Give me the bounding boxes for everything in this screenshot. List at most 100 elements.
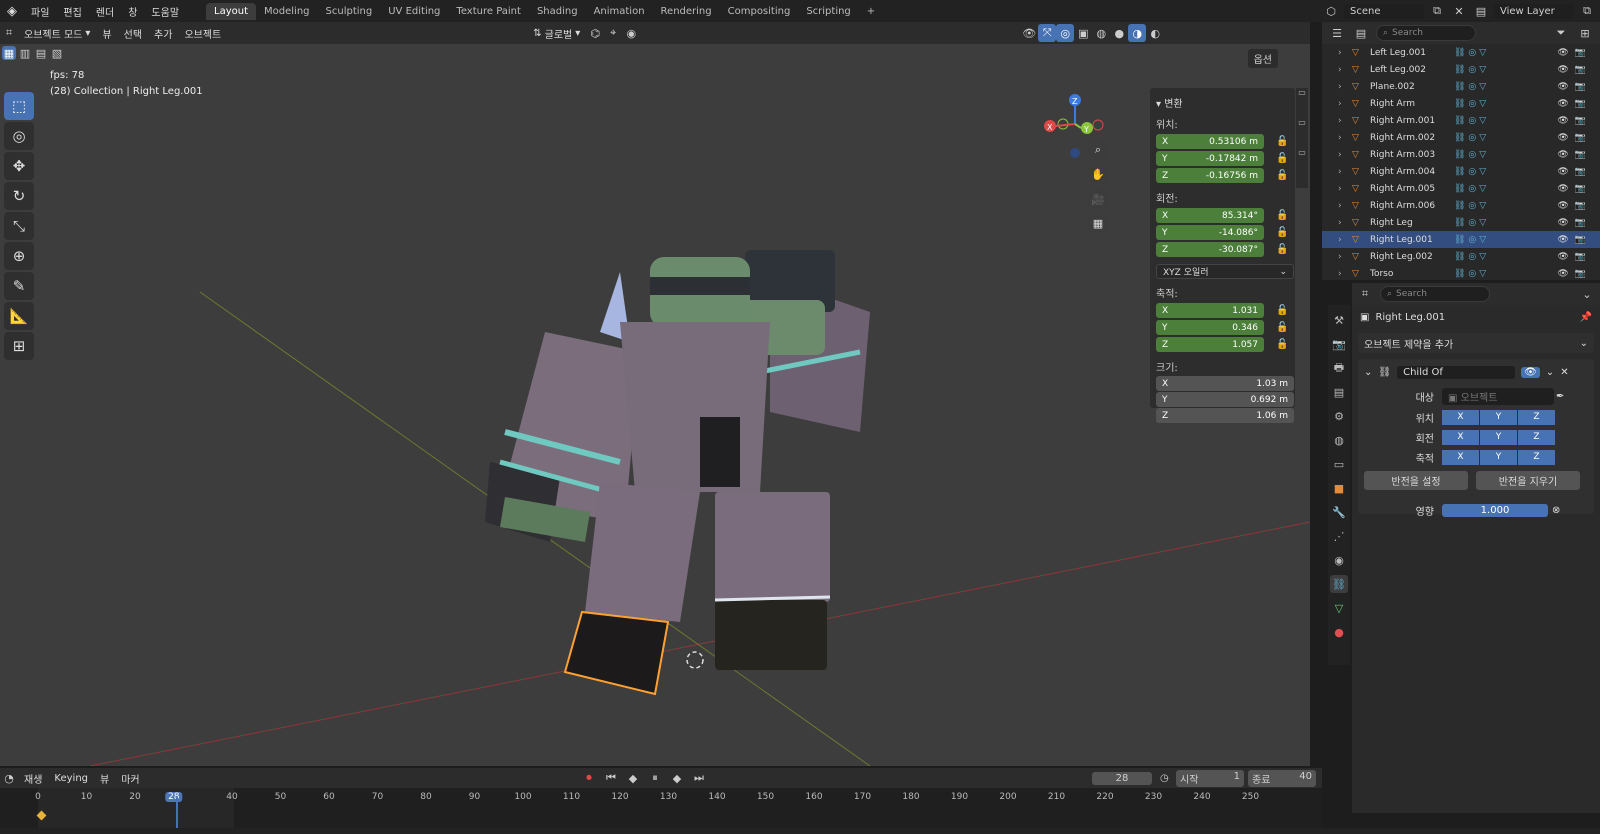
- zoom-icon[interactable]: ⌕: [1087, 139, 1109, 161]
- keying-menu[interactable]: Keying: [48, 773, 94, 784]
- properties-search[interactable]: ⌕ Search: [1380, 286, 1490, 302]
- location-z-toggle[interactable]: Z: [1518, 409, 1555, 425]
- outliner-item-name[interactable]: Right Arm.001: [1370, 116, 1454, 126]
- playback-menu[interactable]: 재생: [18, 771, 48, 786]
- filter-icon[interactable]: ⏷: [1552, 24, 1570, 42]
- keyframe-clear-icon[interactable]: ⊗: [1552, 505, 1560, 516]
- lock-icon[interactable]: 🔓: [1276, 210, 1288, 221]
- constraint-props-icon[interactable]: ⛓: [1330, 575, 1348, 593]
- tab-modeling[interactable]: Modeling: [256, 3, 318, 20]
- tab-scripting[interactable]: Scripting: [798, 3, 858, 20]
- outliner-item-name[interactable]: Right Arm.003: [1370, 150, 1454, 160]
- tab-sculpting[interactable]: Sculpting: [318, 3, 381, 20]
- modifier-icons[interactable]: ⛓◎▽: [1454, 167, 1524, 177]
- expand-chevron-icon[interactable]: ›: [1338, 150, 1352, 160]
- visibility-toggles[interactable]: 👁📷: [1557, 235, 1592, 245]
- clear-inverse-button[interactable]: 반전을 지우기: [1476, 470, 1580, 490]
- world-props-icon[interactable]: ◍: [1330, 431, 1348, 449]
- rotation-z-toggle[interactable]: Z: [1518, 429, 1555, 445]
- modifier-icons[interactable]: ⛓◎▽: [1454, 218, 1524, 228]
- modifier-icons[interactable]: ⛓◎▽: [1454, 235, 1524, 245]
- scale-x-toggle[interactable]: X: [1442, 449, 1479, 465]
- current-frame-field[interactable]: 28: [1092, 771, 1152, 785]
- material-props-icon[interactable]: ●: [1330, 623, 1348, 641]
- outliner-row[interactable]: › ▽ Torso ⛓◎▽ 👁📷: [1322, 265, 1600, 282]
- outliner-item-name[interactable]: Right Leg.002: [1370, 252, 1454, 262]
- rotation-y-field[interactable]: Y -14.086°: [1156, 225, 1264, 240]
- rotation-z-field[interactable]: Z -30.087°: [1156, 242, 1264, 257]
- lock-icon[interactable]: 🔓: [1276, 339, 1288, 350]
- modifier-icons[interactable]: ⛓◎▽: [1454, 48, 1524, 58]
- tab-texture-paint[interactable]: Texture Paint: [448, 3, 529, 20]
- outliner-row[interactable]: › ▽ Right Arm.003 ⛓◎▽ 👁📷: [1322, 146, 1600, 163]
- menu-edit[interactable]: 편집: [56, 4, 88, 19]
- modifier-icons[interactable]: ⛓◎▽: [1454, 133, 1524, 143]
- particles-props-icon[interactable]: ⋰: [1330, 527, 1348, 545]
- modifier-icons[interactable]: ⛓◎▽: [1454, 82, 1524, 92]
- outliner-row[interactable]: › ▽ Right Arm.005 ⛓◎▽ 👁📷: [1322, 180, 1600, 197]
- add-constraint-select[interactable]: 오브젝트 제약을 추가 ⌄: [1358, 333, 1594, 353]
- physics-props-icon[interactable]: ◉: [1330, 551, 1348, 569]
- outliner-item-name[interactable]: Left Leg.002: [1370, 65, 1454, 75]
- rotation-mode-select[interactable]: XYZ 오일러 ⌄: [1156, 264, 1294, 279]
- outliner-row[interactable]: › ▽ Right Leg.002 ⛓◎▽ 👁📷: [1322, 248, 1600, 265]
- record-icon[interactable]: ⏺: [580, 769, 598, 787]
- 3d-viewport[interactable]: ⌗ 오브젝트 모드 ▾ 뷰 선택 추가 오브젝트 ⇅ 글로벌 ▾ ⌬ ⌖ ◉ 👁…: [0, 22, 1310, 766]
- visibility-toggles[interactable]: 👁📷: [1557, 99, 1592, 109]
- properties-editor-icon[interactable]: ⌗: [1356, 285, 1374, 303]
- tab-rendering[interactable]: Rendering: [653, 3, 720, 20]
- visibility-toggles[interactable]: 👁📷: [1557, 150, 1592, 160]
- visibility-toggles[interactable]: 👁📷: [1557, 218, 1592, 228]
- tab-view-icon[interactable]: ▭: [1296, 148, 1308, 178]
- transform-tool-icon[interactable]: ⊕: [4, 242, 34, 270]
- modifier-icons[interactable]: ⛓◎▽: [1454, 116, 1524, 126]
- outliner-row[interactable]: › ▽ Left Leg.002 ⛓◎▽ 👁📷: [1322, 61, 1600, 78]
- blender-logo-icon[interactable]: ◈: [0, 4, 24, 19]
- start-frame-field[interactable]: 시작 1: [1176, 769, 1244, 787]
- set-inverse-button[interactable]: 반전을 설정: [1364, 470, 1468, 490]
- view-layer-field[interactable]: View Layer: [1494, 3, 1574, 19]
- display-mode-icon[interactable]: ▤: [1352, 24, 1370, 42]
- modifier-icons[interactable]: ⛓◎▽: [1454, 65, 1524, 75]
- dimensions-x-field[interactable]: X 1.03 m: [1156, 376, 1294, 391]
- outliner-item-name[interactable]: Right Arm.004: [1370, 167, 1454, 177]
- visibility-toggles[interactable]: 👁📷: [1557, 82, 1592, 92]
- grid-view-icon[interactable]: ▦: [1087, 212, 1109, 234]
- lock-icon[interactable]: 🔓: [1276, 244, 1288, 255]
- cursor-tool-icon[interactable]: ◎: [4, 122, 34, 150]
- constraint-visibility-icon[interactable]: 👁: [1521, 366, 1540, 378]
- tab-shading[interactable]: Shading: [529, 3, 586, 20]
- expand-chevron-icon[interactable]: ›: [1338, 218, 1352, 228]
- outliner-item-name[interactable]: Right Arm.005: [1370, 184, 1454, 194]
- rotation-y-toggle[interactable]: Y: [1480, 429, 1517, 445]
- tool-props-icon[interactable]: ⚒: [1330, 311, 1348, 329]
- visibility-toggles[interactable]: 👁📷: [1557, 116, 1592, 126]
- scale-x-field[interactable]: X 1.031: [1156, 303, 1264, 318]
- location-y-toggle[interactable]: Y: [1480, 409, 1517, 425]
- expand-chevron-icon[interactable]: ›: [1338, 235, 1352, 245]
- transform-section-header[interactable]: ▾ 변환: [1156, 95, 1289, 110]
- scene-field[interactable]: Scene: [1344, 3, 1424, 19]
- outliner-editor-icon[interactable]: ☰: [1328, 24, 1346, 42]
- outliner-row[interactable]: › ▽ Right Leg.001 ⛓◎▽ 👁📷: [1322, 231, 1600, 248]
- expand-chevron-icon[interactable]: ›: [1338, 82, 1352, 92]
- output-props-icon[interactable]: 🖶: [1330, 359, 1348, 377]
- location-x-field[interactable]: X 0.53106 m: [1156, 134, 1264, 149]
- expand-chevron-icon[interactable]: ›: [1338, 269, 1352, 279]
- outliner-search[interactable]: ⌕ Search: [1376, 25, 1476, 41]
- outliner-row[interactable]: › ▽ Right Leg ⛓◎▽ 👁📷: [1322, 214, 1600, 231]
- expand-chevron-icon[interactable]: ›: [1338, 167, 1352, 177]
- scale-y-field[interactable]: Y 0.346: [1156, 320, 1264, 335]
- expand-chevron-icon[interactable]: ›: [1338, 48, 1352, 58]
- visibility-toggles[interactable]: 👁📷: [1557, 252, 1592, 262]
- rotation-x-field[interactable]: X 85.314°: [1156, 208, 1264, 223]
- delete-scene-icon[interactable]: ✕: [1450, 2, 1468, 20]
- expand-chevron-icon[interactable]: ›: [1338, 65, 1352, 75]
- outliner-item-name[interactable]: Torso: [1370, 269, 1454, 279]
- tab-item-icon[interactable]: ▭: [1296, 88, 1308, 118]
- end-frame-field[interactable]: 종료 40: [1248, 769, 1316, 787]
- eyedropper-icon[interactable]: ✒: [1556, 391, 1564, 402]
- add-workspace-icon[interactable]: +: [859, 3, 883, 20]
- scale-y-toggle[interactable]: Y: [1480, 449, 1517, 465]
- lock-icon[interactable]: 🔓: [1276, 227, 1288, 238]
